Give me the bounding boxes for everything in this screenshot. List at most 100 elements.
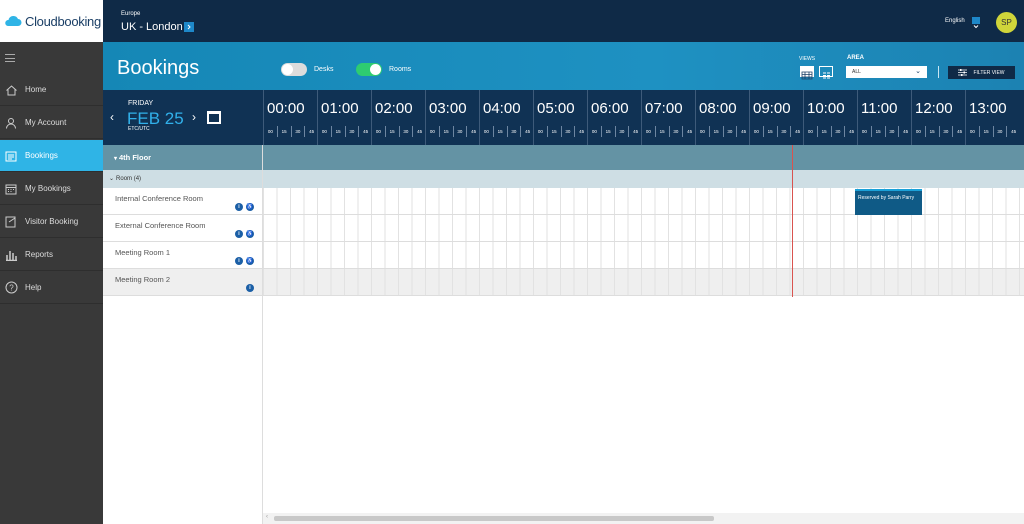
minute-label: 00 (699, 129, 705, 134)
previous-day-button[interactable]: ‹ (110, 110, 114, 124)
language-label[interactable]: English (945, 18, 965, 24)
timeline-hour: 00:00 00 15 30 45 (263, 90, 317, 145)
bookings-icon (4, 149, 18, 163)
next-day-button[interactable]: › (192, 110, 196, 124)
location-name[interactable]: UK - London (121, 21, 183, 33)
room-list-empty-area (103, 296, 263, 524)
menu-icon[interactable] (5, 54, 15, 62)
room-row-label[interactable]: Meeting Room 2 i (103, 269, 263, 296)
grid-row[interactable]: Reserved by Sarah Parry (263, 188, 1024, 215)
minute-label: 45 (358, 126, 372, 137)
minute-label: 45 (574, 126, 588, 137)
grid-row[interactable] (263, 242, 1024, 269)
minute-label: 00 (537, 129, 543, 134)
hour-label: 02:00 (375, 100, 413, 117)
room-row-label[interactable]: Internal Conference Room i ♿ (103, 188, 263, 215)
minute-label: 30 (668, 126, 683, 137)
timeline-hour: 02:00 00 15 30 45 (371, 90, 425, 145)
minute-label: 30 (452, 126, 467, 137)
sidebar-item-label: Reports (25, 250, 54, 259)
room-group-header[interactable]: ⌄ Room (4) (103, 170, 1024, 188)
location-select-button[interactable] (184, 22, 194, 32)
info-icon[interactable]: i (235, 203, 243, 211)
minute-label: 30 (776, 126, 791, 137)
top-bar: Cloudbooking Europe UK - London English … (0, 0, 1024, 42)
minute-label: 45 (1006, 126, 1020, 137)
sidebar-item-my-bookings[interactable]: My Bookings (0, 173, 103, 205)
sidebar-item-home[interactable]: Home (0, 74, 103, 106)
sidebar-item-my-account[interactable]: My Account (0, 107, 103, 139)
minute-label: 00 (807, 129, 813, 134)
logo[interactable]: Cloudbooking (0, 0, 103, 42)
minute-label: 15 (276, 126, 291, 137)
minute-label: 15 (708, 126, 723, 137)
area-label: AREA (847, 55, 865, 61)
area-select[interactable]: ALL ⌄ (846, 66, 927, 78)
scrollbar-thumb[interactable] (274, 516, 714, 521)
chevron-right-icon (187, 24, 191, 30)
language-dropdown[interactable] (972, 17, 980, 29)
sidebar-item-reports[interactable]: Reports (0, 239, 103, 271)
timeline-header: 00:00 00 15 30 45 01:00 00 15 30 45 02:00 00 15 30 45 0… (263, 90, 1024, 145)
minute-label: 00 (915, 129, 921, 134)
horizontal-scrollbar[interactable]: ‹ (263, 513, 1024, 524)
desks-toggle-label: Desks (314, 66, 334, 73)
minute-ticks: 00 15 30 45 (318, 126, 372, 137)
user-icon (4, 116, 18, 130)
list-icon (823, 72, 830, 79)
minute-label: 30 (614, 126, 629, 137)
sidebar-item-bookings[interactable]: Bookings (0, 140, 103, 172)
hour-label: 09:00 (753, 100, 791, 117)
minute-label: 00 (969, 129, 975, 134)
timeline-hour: 12:00 00 15 30 45 (911, 90, 965, 145)
minute-ticks: 00 15 30 45 (264, 126, 318, 137)
minute-ticks: 00 15 30 45 (912, 126, 966, 137)
calendar-picker-icon[interactable] (207, 111, 221, 124)
minute-label: 15 (492, 126, 507, 137)
home-icon (4, 83, 18, 97)
room-row-label[interactable]: Meeting Room 1 i ♿ (103, 242, 263, 269)
floor-row[interactable]: ▾ 4th Floor (103, 145, 1024, 170)
filter-view-button[interactable]: FILTER VIEW (948, 66, 1015, 79)
minute-label: 15 (870, 126, 885, 137)
accessibility-icon: ♿ (246, 203, 254, 211)
booking-block[interactable]: Reserved by Sarah Parry (855, 189, 922, 215)
list-view-button[interactable] (819, 66, 833, 79)
sidebar-item-label: My Account (25, 118, 67, 127)
scroll-left-icon[interactable]: ‹ (266, 514, 268, 520)
hour-label: 12:00 (915, 100, 953, 117)
timeline-hour: 01:00 00 15 30 45 (317, 90, 371, 145)
grid-row[interactable] (263, 215, 1024, 242)
minute-label: 30 (938, 126, 953, 137)
minute-label: 45 (898, 126, 912, 137)
info-icon[interactable]: i (246, 284, 254, 292)
grid-view-button[interactable] (800, 66, 814, 80)
cloud-icon (5, 15, 22, 26)
filter-view-label: FILTER VIEW (973, 69, 1005, 76)
info-icon[interactable]: i (235, 230, 243, 238)
timeline-hour: 05:00 00 15 30 45 (533, 90, 587, 145)
minute-label: 45 (304, 126, 318, 137)
visitor-icon (4, 215, 18, 229)
minute-label: 30 (344, 126, 359, 137)
minute-label: 30 (722, 126, 737, 137)
info-icon[interactable]: i (235, 257, 243, 265)
room-row-label[interactable]: External Conference Room i ♿ (103, 215, 263, 242)
minute-label: 15 (330, 126, 345, 137)
minute-label: 45 (520, 126, 534, 137)
minute-label: 00 (375, 129, 381, 134)
minute-ticks: 00 15 30 45 (804, 126, 858, 137)
minute-label: 45 (466, 126, 480, 137)
hour-label: 06:00 (591, 100, 629, 117)
desks-toggle[interactable] (281, 63, 307, 76)
minute-label: 00 (321, 129, 327, 134)
minute-label: 15 (384, 126, 399, 137)
avatar[interactable]: SP (996, 12, 1017, 33)
sidebar-item-help[interactable]: ? Help (0, 272, 103, 304)
grid-row[interactable] (263, 269, 1024, 296)
sidebar-item-visitor-booking[interactable]: Visitor Booking (0, 206, 103, 238)
timezone-label: ETC/UTC (128, 126, 150, 132)
minute-label: 30 (830, 126, 845, 137)
hour-label: 10:00 (807, 100, 845, 117)
rooms-toggle[interactable] (356, 63, 382, 76)
